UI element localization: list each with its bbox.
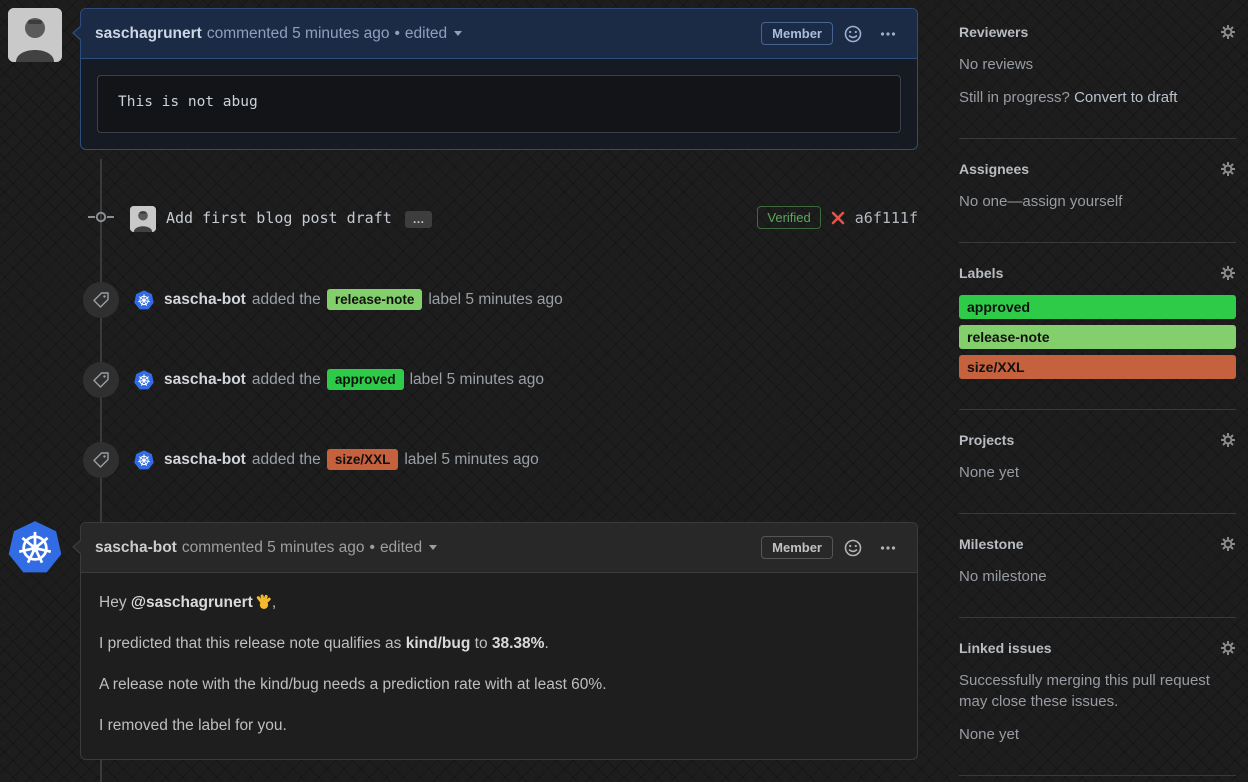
commit-expander-button[interactable]: … (405, 211, 432, 228)
sidebar-label-size-xxl[interactable]: size/XXL (959, 355, 1236, 379)
sidebar-section-linked-issues: Linked issues Successfully merging this … (959, 618, 1236, 776)
projects-gear-icon[interactable] (1220, 432, 1236, 448)
paragraph-prediction: I predicted that this release note quali… (99, 635, 549, 652)
verified-badge[interactable]: Verified (757, 206, 821, 229)
tag-icon (83, 282, 119, 318)
sidebar-label-approved[interactable]: approved (959, 295, 1236, 319)
emoji-reaction-button[interactable] (838, 25, 868, 43)
sidebar-section-notifications: Notifications Customize (959, 776, 1236, 782)
sidebar: Reviewers No reviews Still in progress? … (959, 24, 1236, 782)
label-event: sascha-bot added the size/XXL label 5 mi… (80, 442, 918, 478)
paragraph-requirement: A release note with the kind/bug needs a… (99, 676, 607, 693)
comment-meta: commented 5 minutes ago (181, 538, 365, 556)
event-suffix: label 5 minutes ago (404, 451, 539, 468)
event-suffix: label 5 minutes ago (409, 371, 544, 388)
sascha-bot-avatar[interactable] (134, 370, 154, 390)
linked-issues-title: Linked issues (959, 640, 1052, 656)
comment-header: sascha-bot commented 5 minutes ago • edi… (72, 523, 917, 573)
sidebar-section-reviewers: Reviewers No reviews Still in progress? … (959, 24, 1236, 139)
comment-meta-sep: • (394, 24, 400, 42)
comment-author-link[interactable]: sascha-bot (95, 539, 177, 557)
commit-message-link[interactable]: Add first blog post draft (166, 209, 392, 227)
kebab-menu-button[interactable] (873, 539, 903, 557)
event-actor-link[interactable]: sascha-bot (164, 371, 246, 389)
event-action: added the (251, 371, 321, 388)
milestone-empty: No milestone (959, 568, 1047, 585)
reviewers-title: Reviewers (959, 24, 1029, 40)
reviewers-gear-icon[interactable] (1220, 24, 1236, 40)
chevron-down-icon[interactable] (454, 31, 463, 36)
wave-emoji (255, 593, 272, 610)
event-suffix: label 5 minutes ago (428, 291, 563, 308)
linked-issues-empty: None yet (959, 726, 1020, 743)
milestone-title: Milestone (959, 536, 1024, 552)
event-action: added the (251, 451, 321, 468)
chevron-down-icon[interactable] (429, 545, 438, 550)
avatar-sascha-bot-kubernetes[interactable] (8, 520, 62, 574)
event-action: added the (251, 291, 321, 308)
tag-icon (83, 442, 119, 478)
event-actor-link[interactable]: sascha-bot (164, 291, 246, 309)
assignees-empty: No one— (959, 193, 1023, 210)
label-chip[interactable]: release-note (326, 289, 423, 310)
assign-yourself-link[interactable]: assign yourself (1022, 193, 1122, 210)
comment-sascha-bot: sascha-bot commented 5 minutes ago • edi… (72, 522, 918, 760)
sidebar-label-release-note[interactable]: release-note (959, 325, 1236, 349)
comment-saschagrunert: saschagrunert commented 5 minutes ago • … (72, 8, 918, 150)
tag-icon (83, 362, 119, 398)
label-chip[interactable]: size/XXL (326, 449, 399, 470)
emoji-reaction-button[interactable] (838, 539, 868, 557)
status-failed-x-icon[interactable] (831, 211, 845, 225)
sidebar-section-projects: Projects None yet (959, 410, 1236, 514)
commit-hash-link[interactable]: a6f111f (855, 209, 918, 227)
event-actor-link[interactable]: sascha-bot (164, 451, 246, 469)
paragraph-removed: I removed the label for you. (99, 717, 287, 734)
label-event: sascha-bot added the release-note label … (80, 282, 918, 318)
sascha-bot-avatar[interactable] (134, 450, 154, 470)
reviewers-progress-question: Still in progress? (959, 89, 1075, 106)
paragraph-greeting: Hey @saschagrunert, (99, 593, 277, 611)
assignees-title: Assignees (959, 161, 1030, 177)
sidebar-section-milestone: Milestone No milestone (959, 514, 1236, 618)
edited-dropdown[interactable]: edited (405, 25, 447, 43)
labels-gear-icon[interactable] (1220, 265, 1236, 281)
mention-link[interactable]: @saschagrunert (131, 594, 253, 611)
label-event: sascha-bot added the approved label 5 mi… (80, 362, 918, 398)
comment-header: saschagrunert commented 5 minutes ago • … (72, 9, 917, 59)
commit-author-avatar[interactable] (130, 206, 156, 232)
linked-issues-gear-icon[interactable] (1220, 640, 1236, 656)
projects-title: Projects (959, 432, 1015, 448)
comment-body: This is not abug (81, 59, 917, 149)
avatar-saschagrunert[interactable] (8, 8, 62, 62)
convert-to-draft-link[interactable]: Convert to draft (1074, 89, 1177, 106)
edited-dropdown[interactable]: edited (380, 539, 422, 557)
reviewers-empty: No reviews (959, 56, 1034, 73)
pull-request-page: { "comment1": { "author": "saschagrunert… (0, 0, 1248, 782)
member-badge: Member (761, 22, 833, 45)
assignees-gear-icon[interactable] (1220, 161, 1236, 177)
git-commit-icon (88, 209, 114, 225)
sascha-bot-avatar[interactable] (134, 290, 154, 310)
linked-issues-description: Successfully merging this pull request m… (959, 672, 1210, 710)
labels-title: Labels (959, 265, 1004, 281)
comment-author-link[interactable]: saschagrunert (95, 25, 202, 43)
comment-meta-sep: • (369, 538, 375, 556)
label-chip[interactable]: approved (326, 369, 404, 390)
member-badge: Member (761, 536, 833, 559)
kebab-menu-button[interactable] (873, 25, 903, 43)
sidebar-section-labels: Labels approved release-note size/XXL (959, 243, 1236, 410)
commit-event: Add first blog post draft … Verified a6f… (80, 206, 918, 234)
projects-empty: None yet (959, 464, 1020, 481)
comment-meta: commented 5 minutes ago (206, 24, 390, 42)
code-block: This is not abug (97, 75, 901, 133)
milestone-gear-icon[interactable] (1220, 536, 1236, 552)
comment-body: Hey @saschagrunert, I predicted that thi… (81, 573, 917, 759)
sidebar-section-assignees: Assignees No one—assign yourself (959, 139, 1236, 243)
